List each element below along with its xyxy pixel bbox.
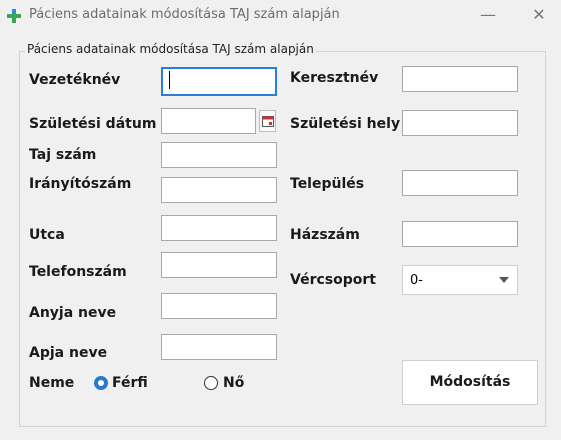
label-anyja-neve: Anyja neve (29, 305, 117, 321)
apja-neve-input[interactable] (161, 334, 277, 360)
telepules-input[interactable] (402, 170, 518, 196)
groupbox-title: Páciens adatainak módosítása TAJ szám al… (25, 42, 316, 56)
date-picker-button[interactable] (259, 110, 276, 132)
label-neme: Neme (29, 375, 75, 391)
close-button[interactable]: ✕ (517, 2, 561, 30)
text-caret (169, 71, 170, 89)
keresztnev-input[interactable] (402, 66, 518, 92)
label-utca: Utca (29, 227, 65, 243)
label-vezeteknev: Vezetéknév (29, 72, 121, 88)
modify-button[interactable]: Módosítás (402, 360, 538, 405)
szuletesi-hely-input[interactable] (402, 110, 518, 136)
taj-szam-input[interactable] (161, 142, 277, 168)
title-bar: Páciens adatainak módosítása TAJ szám al… (0, 0, 561, 31)
radio-no-label[interactable]: Nő (223, 375, 244, 391)
radio-no[interactable] (204, 376, 218, 390)
minimize-button[interactable]: — (466, 2, 510, 30)
vercsoport-selected-value: 0- (410, 273, 423, 288)
medical-cross-icon (7, 8, 21, 23)
label-telefonszam: Telefonszám (29, 264, 127, 280)
label-keresztnev: Keresztnév (290, 70, 379, 86)
label-iranyitoszam: Irányítószám (29, 176, 132, 192)
label-taj-szam: Taj szám (29, 147, 97, 163)
label-telepules: Település (290, 176, 365, 192)
szuletesi-datum-input[interactable] (161, 108, 256, 134)
hazszam-input[interactable] (402, 221, 518, 247)
vezeteknev-input[interactable] (161, 67, 277, 96)
label-apja-neve: Apja neve (29, 345, 108, 361)
window-title: Páciens adatainak módosítása TAJ szám al… (29, 7, 340, 22)
label-szuletesi-datum: Születési dátum (29, 116, 157, 132)
radio-ferfi[interactable] (94, 376, 108, 390)
radio-ferfi-label[interactable]: Férfi (112, 375, 148, 391)
utca-input[interactable] (161, 215, 277, 241)
iranyitoszam-input[interactable] (161, 177, 277, 203)
label-vercsoport: Vércsoport (290, 272, 376, 288)
label-hazszam: Házszám (290, 227, 360, 243)
anyja-neve-input[interactable] (161, 293, 277, 319)
vercsoport-select[interactable]: 0- (402, 265, 518, 295)
calendar-icon (262, 116, 274, 127)
chevron-down-icon (499, 277, 509, 283)
label-szuletesi-hely: Születési hely (290, 116, 401, 132)
telefonszam-input[interactable] (161, 252, 277, 278)
